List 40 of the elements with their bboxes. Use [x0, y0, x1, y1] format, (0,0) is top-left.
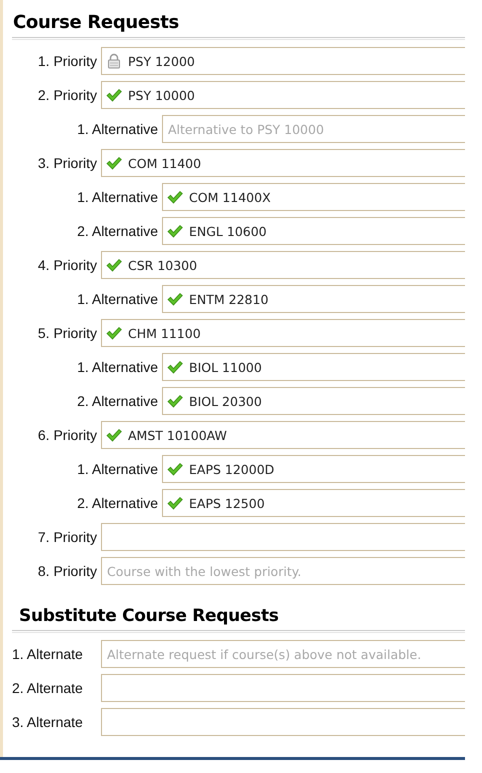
input-field[interactable]: AMST 10100AW	[101, 421, 465, 449]
field-label: 1. Alternative	[76, 291, 159, 307]
input-field[interactable]: CSR 10300	[101, 251, 465, 279]
field-label: 1. Alternate	[12, 646, 84, 662]
field-label: 2. Alternative	[76, 495, 159, 511]
field-label: 1. Alternative	[76, 461, 159, 477]
field-label: 3. Priority	[36, 155, 98, 171]
field-label: 1. Priority	[36, 53, 98, 69]
input-field[interactable]: Course with the lowest priority.	[101, 557, 465, 585]
input-field[interactable]: BIOL 11000	[162, 353, 465, 381]
field-label: 6. Priority	[36, 427, 98, 443]
section-heading: Substitute Course Requests	[18, 605, 280, 628]
field-label: 3. Alternate	[12, 714, 84, 730]
field-label: 2. Priority	[36, 87, 98, 103]
input-field[interactable]: COM 11400	[101, 149, 465, 177]
input-field[interactable]	[101, 674, 465, 702]
field-label: 2. Alternative	[76, 393, 159, 409]
field-label: 8. Priority	[36, 563, 98, 579]
input-field[interactable]: BIOL 20300	[162, 387, 465, 415]
field-label: 2. Alternate	[12, 680, 84, 696]
input-field[interactable]: Alternate request if course(s) above not available.	[101, 640, 465, 668]
input-field[interactable]: COM 11400X	[162, 183, 465, 211]
input-field[interactable]	[101, 523, 465, 551]
field-label: 4. Priority	[36, 257, 98, 273]
input-field[interactable]: PSY 12000	[101, 47, 465, 75]
input-field[interactable]: PSY 10000	[101, 81, 465, 109]
input-field[interactable]: ENTM 22810	[162, 285, 465, 313]
field-label: 7. Priority	[36, 529, 98, 545]
input-field[interactable]: ENGL 10600	[162, 217, 465, 245]
field-label: 5. Priority	[36, 325, 98, 341]
input-field[interactable]: EAPS 12500	[162, 489, 465, 517]
field-label: 1. Alternative	[76, 121, 159, 137]
input-field[interactable]	[101, 708, 465, 736]
input-field[interactable]: EAPS 12000D	[162, 455, 465, 483]
input-field[interactable]: Alternative to PSY 10000	[162, 115, 465, 143]
section-heading: Course Requests	[12, 11, 180, 35]
field-label: 1. Alternative	[76, 359, 159, 375]
field-label: 1. Alternative	[76, 189, 159, 205]
input-field[interactable]: CHM 11100	[101, 319, 465, 347]
field-label: 2. Alternative	[76, 223, 159, 239]
